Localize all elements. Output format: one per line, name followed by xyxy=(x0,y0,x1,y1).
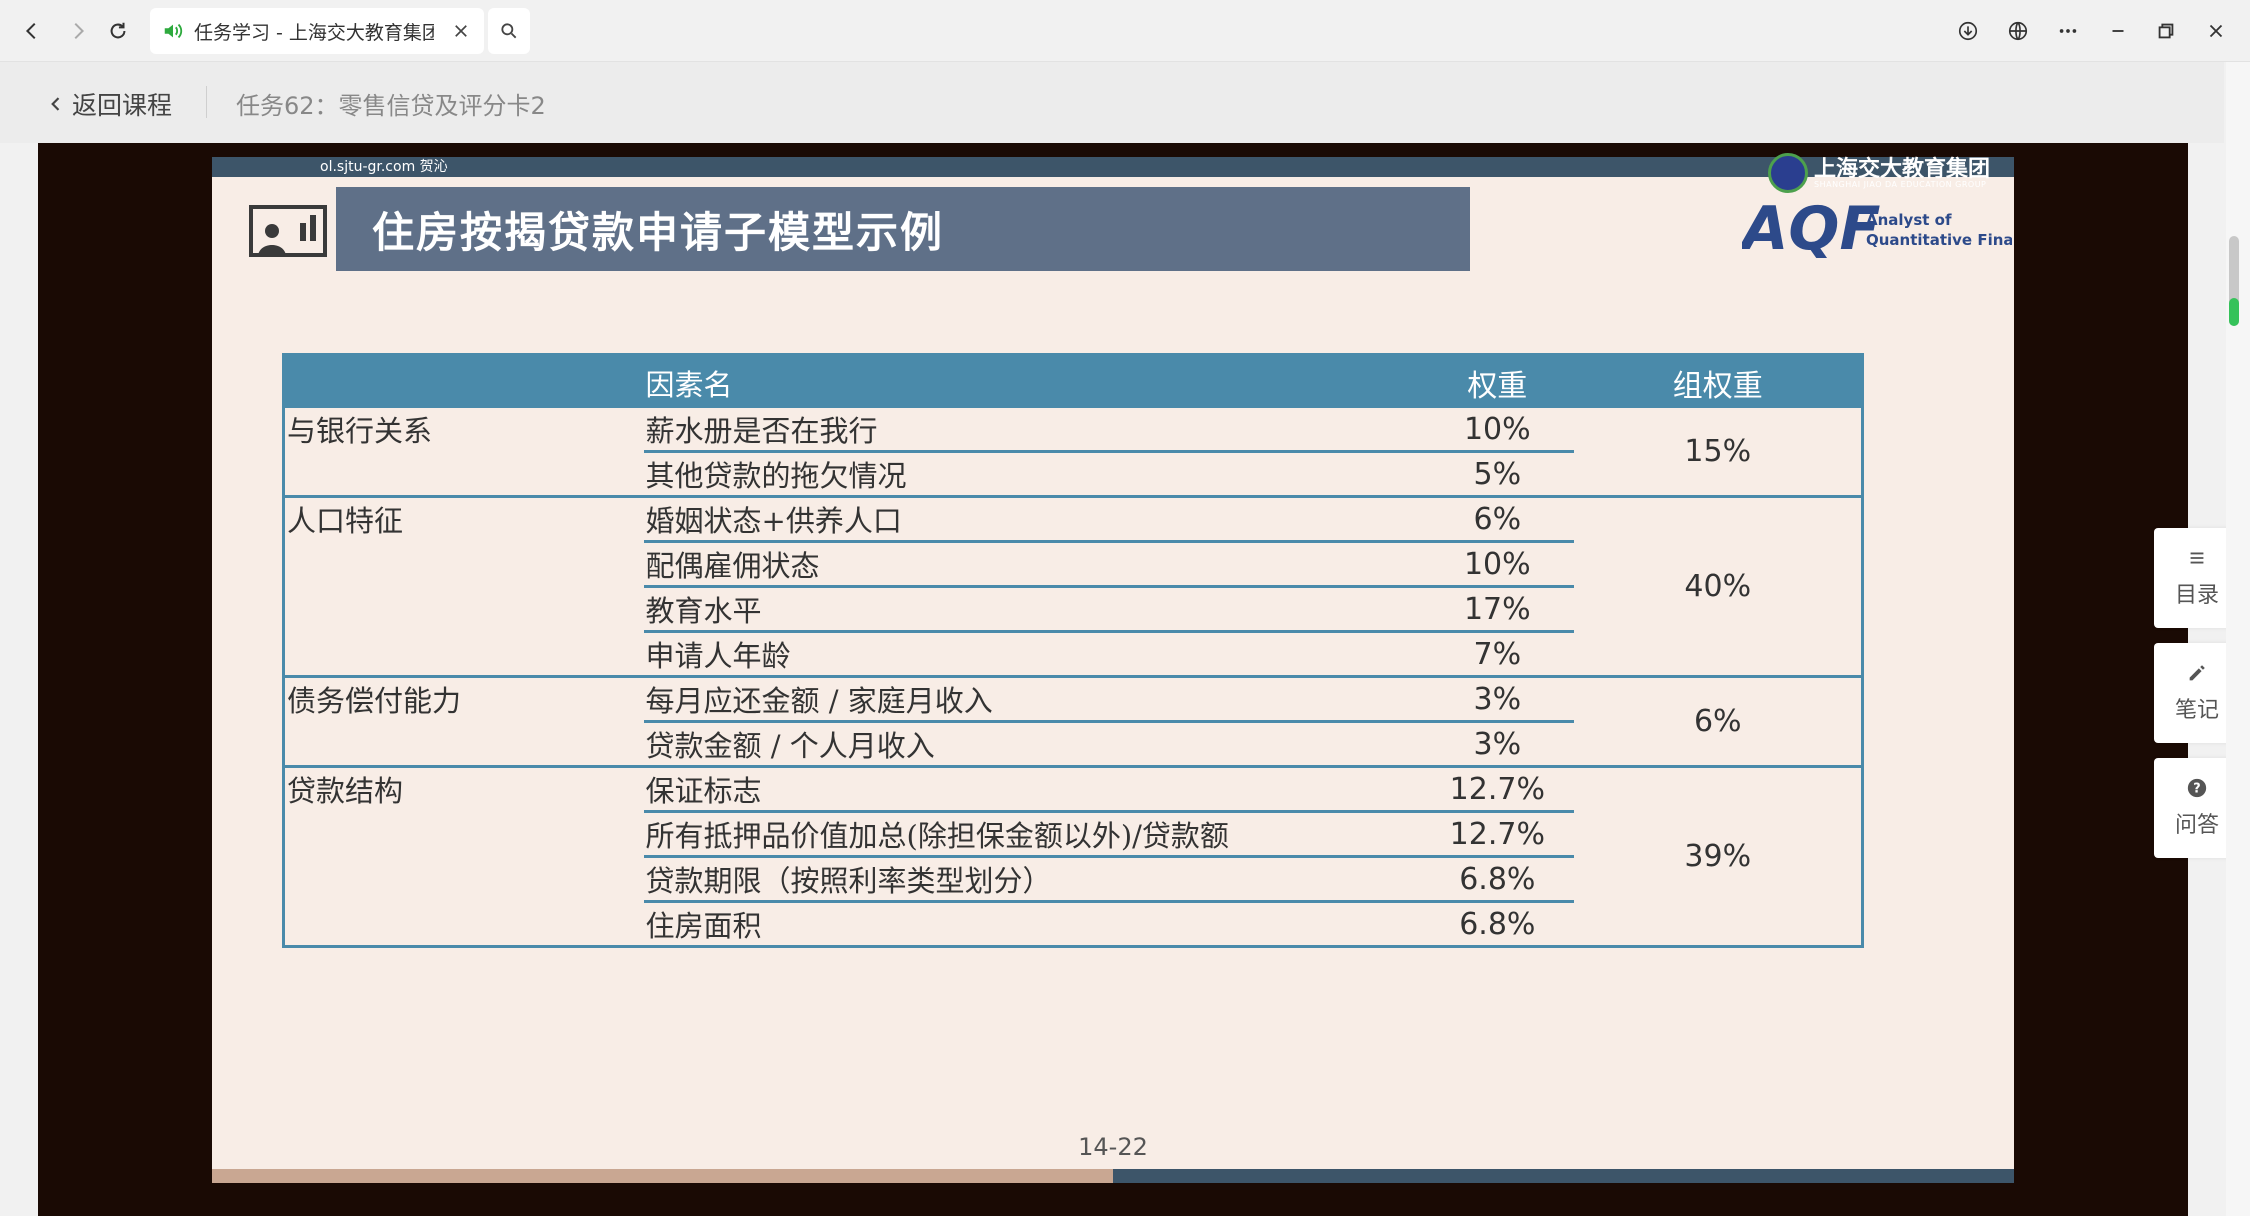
download-icon[interactable] xyxy=(1950,13,1986,49)
factor-cell: 配偶雇佣状态 xyxy=(643,540,1421,587)
group-weight-cell: 39% xyxy=(1574,765,1863,947)
browser-toolbar: 任务学习 - 上海交大教育集团 xyxy=(0,0,2250,62)
table-body: 与银行关系 薪水册是否在我行 10% 15% 其他贷款的拖欠情况 5% 人口特征 婚姻状态+供… xyxy=(283,405,1863,947)
factor-cell: 薪水册是否在我行 xyxy=(643,405,1421,452)
qa-label: 问答 xyxy=(2174,813,2219,838)
svg-text:AQF: AQF xyxy=(1742,194,1880,259)
slide-progress-fill xyxy=(212,1169,1113,1183)
video-player[interactable]: ol.sjtu-gr.com 贺沁 住房按揭贷款申请子模型示例 AQF Anal… xyxy=(38,143,2188,1216)
slide-progress-bar xyxy=(212,1169,2014,1183)
factor-cell: 婚姻状态+供养人口 xyxy=(643,495,1421,542)
svg-text:?: ? xyxy=(2193,782,2200,797)
factor-cell: 贷款期限（按照利率类型划分） xyxy=(643,855,1421,902)
scrollbar-thumb[interactable] xyxy=(2229,236,2239,326)
factor-cell: 住房面积 xyxy=(643,900,1421,947)
weight-cell: 10% xyxy=(1420,540,1575,587)
table-header-row: 因素名 权重 组权重 xyxy=(283,353,1863,407)
watermark: ol.sjtu-gr.com 贺沁 xyxy=(320,159,448,175)
factor-cell: 贷款金额 / 个人月收入 xyxy=(643,720,1421,767)
weight-cell: 7% xyxy=(1420,630,1575,677)
tab-title: 任务学习 - 上海交大教育集团 xyxy=(194,21,434,44)
weight-cell: 10% xyxy=(1420,405,1575,452)
group-weight-cell: 40% xyxy=(1574,495,1863,677)
aqf-line1: Analyst of xyxy=(1866,211,1952,229)
search-icon[interactable] xyxy=(488,8,530,54)
group-sub: SHANGHAI JIAO DA EDUCATION GROUP xyxy=(1814,179,1987,189)
factor-weight-table: 因素名 权重 组权重 与银行关系 薪水册是否在我行 10% 15% 其他贷款的拖欠情况 5… xyxy=(282,353,1864,948)
aqf-line2: Quantitative Finance xyxy=(1866,231,2012,249)
header-weight: 权重 xyxy=(1420,353,1575,407)
restore-icon[interactable] xyxy=(2148,13,2184,49)
close-icon[interactable] xyxy=(450,20,472,42)
factor-cell: 保证标志 xyxy=(643,765,1421,812)
group-name-cell: 与银行关系 xyxy=(283,405,644,497)
weight-cell: 6.8% xyxy=(1420,900,1575,947)
globe-icon[interactable] xyxy=(2000,13,2036,49)
table-row: 与银行关系 薪水册是否在我行 10% 15% xyxy=(283,405,1863,497)
slide: ol.sjtu-gr.com 贺沁 住房按揭贷款申请子模型示例 AQF Anal… xyxy=(212,157,2014,1183)
forward-arrow-icon[interactable] xyxy=(58,11,98,51)
weight-cell: 17% xyxy=(1420,585,1575,632)
group-weight-cell: 6% xyxy=(1574,675,1863,767)
header-group-weight: 组权重 xyxy=(1574,353,1863,407)
back-arrow-icon[interactable] xyxy=(12,11,52,51)
task-title: 任务62：零售信贷及评分卡2 xyxy=(236,92,546,120)
weight-cell: 12.7% xyxy=(1420,765,1575,812)
reload-icon[interactable] xyxy=(98,11,138,51)
back-to-course-link[interactable]: 返回课程 xyxy=(46,86,172,122)
speaker-icon xyxy=(164,23,183,39)
group-name-cell: 贷款结构 xyxy=(283,765,644,947)
weight-cell: 5% xyxy=(1420,450,1575,497)
group-name: 上海交大教育集团 xyxy=(1814,155,1991,182)
menu-icon xyxy=(2190,552,2204,564)
presentation-icon xyxy=(249,205,327,257)
factor-cell: 每月应还金额 / 家庭月收入 xyxy=(643,675,1421,722)
factor-cell: 教育水平 xyxy=(643,585,1421,632)
group-name-cell: 债务偿付能力 xyxy=(283,675,644,767)
slide-title-bar: 住房按揭贷款申请子模型示例 xyxy=(336,187,1470,271)
table-row: 债务偿付能力 每月应还金额 / 家庭月收入 3% 6% xyxy=(283,675,1863,767)
header-divider xyxy=(206,86,207,118)
chevron-left-icon xyxy=(51,97,60,111)
table-row: 贷款结构 保证标志 12.7% 39% xyxy=(283,765,1863,947)
window-close-icon[interactable] xyxy=(2198,13,2234,49)
more-icon[interactable] xyxy=(2050,13,2086,49)
pencil-icon xyxy=(2189,665,2205,681)
browser-tab[interactable]: 任务学习 - 上海交大教育集团 xyxy=(150,8,484,54)
group-weight-cell: 15% xyxy=(1574,405,1863,497)
weight-cell: 6% xyxy=(1420,495,1575,542)
weight-cell: 3% xyxy=(1420,675,1575,722)
weight-cell: 6.8% xyxy=(1420,855,1575,902)
aqf-logo: AQF Analyst of Quantitative Finance xyxy=(1742,194,2012,259)
toc-label: 目录 xyxy=(2174,583,2219,608)
scrollbar-track[interactable] xyxy=(2226,62,2250,1216)
table-row: 人口特征 婚姻状态+供养人口 6% 40% xyxy=(283,495,1863,677)
group-name-cell: 人口特征 xyxy=(283,495,644,677)
minimize-icon[interactable] xyxy=(2100,13,2136,49)
course-header: 返回课程 任务62：零售信贷及评分卡2 xyxy=(0,62,2224,143)
question-icon: ? xyxy=(2187,778,2207,798)
factor-cell: 所有抵押品价值加总(除担保金额以外)/贷款额 xyxy=(643,810,1421,857)
back-label: 返回课程 xyxy=(72,91,173,120)
slide-title: 住房按揭贷款申请子模型示例 xyxy=(372,207,945,257)
factor-cell: 其他贷款的拖欠情况 xyxy=(643,450,1421,497)
notes-label: 笔记 xyxy=(2174,698,2219,723)
factor-cell: 申请人年龄 xyxy=(643,630,1421,677)
group-logo: 上海交大教育集团 SHANGHAI JIAO DA EDUCATION GROU… xyxy=(1768,151,1990,195)
page-number: 14-22 xyxy=(1078,1133,1148,1161)
slide-top-bar xyxy=(212,157,2014,177)
header-group xyxy=(283,353,644,407)
weight-cell: 12.7% xyxy=(1420,810,1575,857)
header-factor: 因素名 xyxy=(643,353,1421,407)
weight-cell: 3% xyxy=(1420,720,1575,767)
group-seal-icon xyxy=(1768,153,1808,193)
